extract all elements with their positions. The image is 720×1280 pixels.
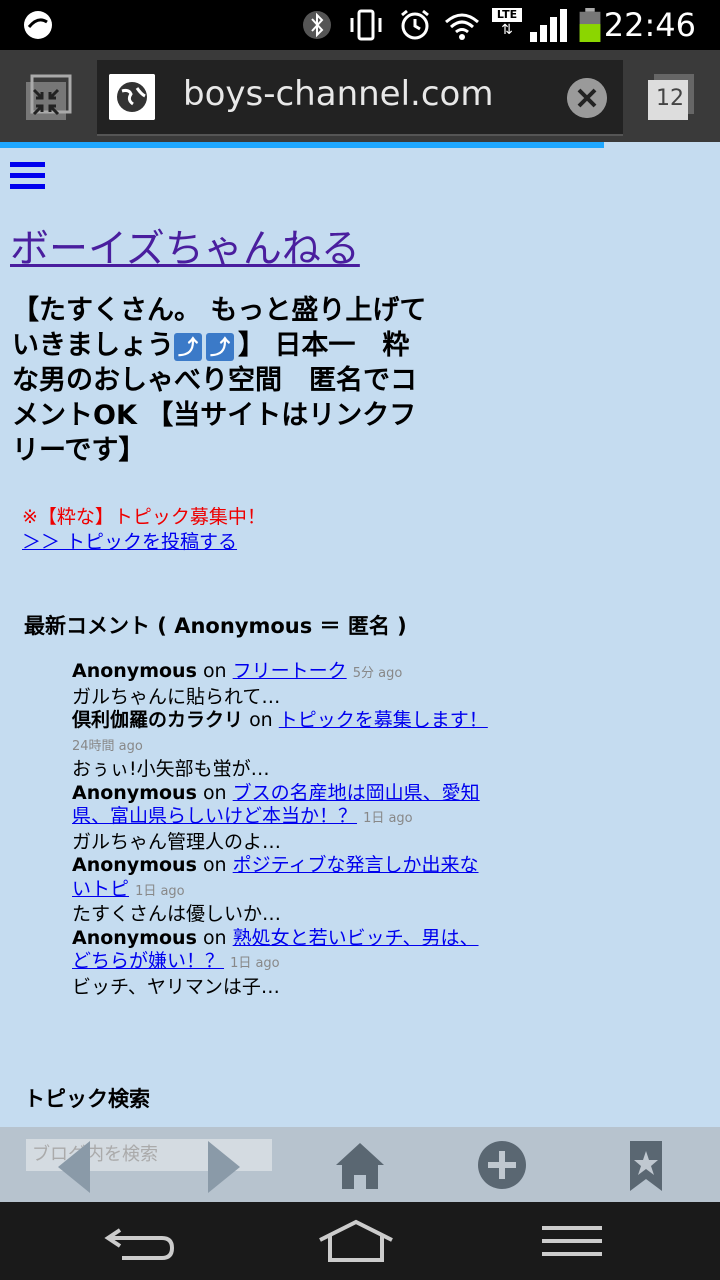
system-home-icon[interactable] (316, 1218, 396, 1264)
comment-author: Anonymous (72, 781, 197, 804)
comment-item: Anonymous on 熟処女と若いビッチ、男は、どちらが嫌い！？ 1日 ag… (72, 927, 492, 1000)
comment-item: Anonymous on ブスの名産地は岡山県、愛知県、富山県らしいけど本当か！… (72, 782, 492, 855)
comment-on-label: on (202, 926, 227, 949)
site-tagline: 【たすくさん。 もっと盛り上げていきましょう ⤴ ⤴】 日本一 粋な男のおしゃべり空… (12, 293, 432, 468)
browser-toolbar: boys-channel.com 12 (0, 50, 720, 142)
app-notification-icon (24, 11, 52, 39)
forward-arrow-icon[interactable] (200, 1135, 260, 1195)
home-icon[interactable] (330, 1135, 390, 1195)
site-title-link[interactable]: ボーイズちゃんねる (10, 218, 360, 274)
back-arrow-icon[interactable] (50, 1135, 110, 1195)
lte-icon: LTE ⇅ (492, 8, 522, 42)
clear-url-icon[interactable] (567, 78, 607, 118)
comment-time: 1日 ago (135, 883, 185, 899)
comment-excerpt: おぅぃ!小矢部も蛍が… (72, 758, 270, 780)
bookmark-icon[interactable] (616, 1135, 676, 1195)
signal-icon (530, 9, 567, 42)
post-topic-link[interactable]: ＞＞ トピックを投稿する (22, 531, 237, 553)
comment-item: Anonymous on ポジティブな発言しか出来ないトピ 1日 ago たすく… (72, 854, 492, 927)
comment-item: Anonymous on フリートーク 5分 ago ガルちゃんに貼られて… (72, 660, 492, 709)
comment-time: 1日 ago (363, 811, 413, 826)
latest-comments-heading: 最新コメント ( Anonymous ＝ 匿名 ) (24, 614, 407, 638)
battery-icon (579, 8, 601, 42)
vibrate-icon (350, 9, 382, 41)
comment-time: 24時間 ago (72, 738, 143, 754)
comment-on-label: on (202, 660, 227, 682)
comment-excerpt: ガルちゃんに貼られて… (72, 685, 281, 708)
topic-search-heading: トピック検索 (24, 1087, 150, 1111)
address-bar[interactable]: boys-channel.com (97, 60, 623, 136)
comment-author: Anonymous (72, 926, 197, 949)
topic-recruit-notice: ※【粋な】トピック募集中！ (22, 506, 266, 528)
status-bar: LTE ⇅ 22:46 (0, 0, 720, 50)
topic-notice: ※【粋な】トピック募集中！ ＞＞ トピックを投稿する (22, 505, 266, 555)
add-tab-icon[interactable] (472, 1135, 532, 1195)
clock: 22:46 (603, 6, 696, 44)
comment-time: 1日 ago (230, 956, 280, 971)
network-type-label: LTE (492, 8, 522, 22)
comment-time: 5分 ago (352, 666, 403, 681)
alarm-icon (401, 9, 429, 40)
wifi-icon (445, 13, 479, 40)
comment-topic-link[interactable]: トピックを募集します！ (279, 709, 488, 731)
url-text[interactable]: boys-channel.com (183, 74, 493, 114)
comment-excerpt: ビッチ、ヤリマンは子… (72, 975, 280, 998)
browser-bottom-toolbar: ブログ内を検索 (0, 1127, 720, 1202)
exit-fullscreen-icon[interactable] (22, 72, 74, 124)
comment-excerpt: たすくさんは優しいか… (72, 903, 282, 925)
tab-count: 12 (656, 86, 684, 111)
arrow-up-right-icon: ⤴ (206, 332, 234, 361)
comment-author: Anonymous (72, 660, 197, 682)
comment-on-label: on (202, 781, 227, 804)
comment-on-label: on (249, 709, 273, 731)
system-menu-icon[interactable] (532, 1218, 612, 1264)
system-back-icon[interactable] (100, 1218, 180, 1264)
comment-author: 倶利伽羅のカラクリ (72, 709, 244, 731)
system-navigation-bar (0, 1202, 720, 1280)
comment-item: 倶利伽羅のカラクリ on トピックを募集します！ 24時間 ago おぅぃ!小矢… (72, 709, 492, 782)
comment-topic-link[interactable]: フリートーク (233, 660, 347, 682)
bluetooth-icon (303, 11, 331, 39)
latest-comments-list: Anonymous on フリートーク 5分 ago ガルちゃんに貼られて… 倶… (72, 660, 492, 999)
comment-author: Anonymous (72, 854, 197, 876)
comment-on-label: on (202, 854, 227, 876)
tabs-button[interactable]: 12 (646, 72, 696, 122)
comment-excerpt: ガルちゃん管理人のよ… (72, 830, 282, 853)
page-content: ボーイズちゃんねる 【たすくさん。 もっと盛り上げていきましょう ⤴ ⤴】 日本一 … (0, 148, 720, 1128)
globe-icon (109, 74, 155, 120)
arrow-up-right-icon: ⤴ (174, 332, 202, 361)
menu-icon[interactable] (10, 162, 45, 190)
